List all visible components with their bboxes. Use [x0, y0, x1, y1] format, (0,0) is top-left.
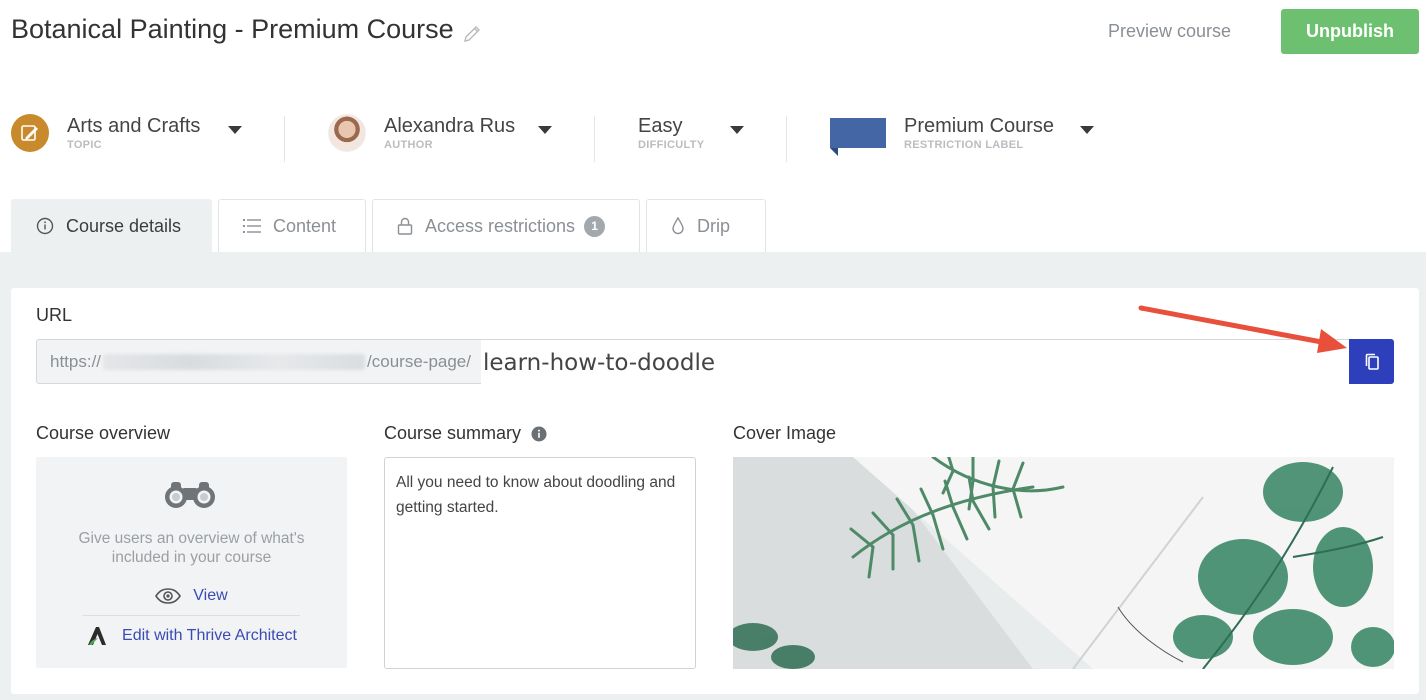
count-badge: 1 — [584, 215, 606, 237]
url-path: /course-page/ — [367, 351, 471, 371]
course-title-text: Botanical Painting - Premium Course — [11, 14, 454, 44]
topic-value: Arts and Crafts — [67, 115, 201, 137]
author-value: Alexandra Rus — [384, 115, 516, 137]
avatar — [328, 114, 366, 152]
divider — [284, 116, 285, 162]
page-header: Botanical Painting - Premium Course Prev… — [0, 0, 1426, 64]
tab-label: Course details — [66, 215, 182, 236]
chevron-down-icon[interactable] — [1080, 126, 1094, 134]
tab-content[interactable]: Content — [218, 199, 366, 252]
unpublish-button[interactable]: Unpublish — [1281, 9, 1419, 54]
tab-label: Drip — [697, 215, 731, 236]
url-label: URL — [36, 305, 73, 325]
cover-image-label: Cover Image — [733, 423, 837, 443]
pencil-icon[interactable] — [462, 20, 482, 42]
course-overview-panel: Give users an overview of what's include… — [36, 457, 347, 668]
list-icon — [243, 218, 261, 234]
chevron-down-icon[interactable] — [730, 126, 744, 134]
chevron-down-icon[interactable] — [538, 126, 552, 134]
cover-image[interactable] — [733, 457, 1394, 669]
tab-drip[interactable]: Drip — [646, 199, 766, 252]
restriction-label-selector[interactable]: Premium Course RESTRICTION LABEL — [830, 108, 1054, 158]
author-selector[interactable]: Alexandra Rus AUTHOR — [328, 108, 515, 158]
topic-label: TOPIC — [67, 139, 102, 151]
view-overview-link[interactable]: View — [36, 587, 347, 605]
course-summary-label: Course summary — [384, 423, 547, 444]
overview-description: Give users an overview of what's include… — [78, 530, 305, 566]
cover-image-artwork — [733, 457, 1394, 669]
binoculars-icon — [165, 482, 215, 508]
paintbrush-icon — [11, 114, 49, 152]
restriction-value: Premium Course — [904, 115, 1055, 137]
difficulty-label: DIFFICULTY — [638, 139, 705, 151]
divider — [83, 615, 300, 616]
topic-selector[interactable]: Arts and Crafts TOPIC — [11, 108, 200, 158]
info-icon — [36, 217, 54, 235]
copy-icon — [1365, 353, 1379, 370]
preview-course-link[interactable]: Preview course — [1108, 21, 1231, 42]
difficulty-selector[interactable]: Easy DIFFICULTY — [620, 108, 704, 158]
info-icon[interactable] — [531, 426, 547, 442]
url-prefix: https:// — [50, 351, 102, 371]
course-meta-row: Arts and Crafts TOPIC Alexandra Rus AUTH… — [0, 108, 1426, 168]
drop-icon — [671, 217, 685, 235]
thrive-architect-logo-icon — [88, 627, 107, 645]
copy-url-button[interactable] — [1349, 339, 1394, 384]
edit-with-thrive-architect-link[interactable]: Edit with Thrive Architect — [36, 626, 347, 646]
chevron-down-icon[interactable] — [228, 126, 242, 134]
blurred-domain — [103, 353, 366, 370]
course-overview-label: Course overview — [36, 423, 171, 443]
divider — [786, 116, 787, 162]
tab-course-details[interactable]: Course details — [11, 199, 212, 252]
tab-label: Access restrictions — [425, 215, 576, 236]
tab-label: Content — [273, 215, 337, 236]
restriction-label: RESTRICTION LABEL — [904, 139, 1024, 151]
lock-icon — [397, 217, 413, 235]
divider — [594, 116, 595, 162]
tab-bar: Course details Content Access restrictio… — [0, 199, 1426, 252]
page-title: Botanical Painting - Premium Course — [11, 14, 482, 45]
tab-access-restrictions[interactable]: Access restrictions 1 — [372, 199, 640, 252]
annotation-arrow-icon — [1138, 305, 1347, 353]
difficulty-value: Easy — [638, 115, 683, 137]
course-summary-textarea[interactable]: All you need to know about doodling and … — [384, 457, 696, 669]
label-flag-icon — [830, 118, 886, 156]
eye-icon — [155, 588, 182, 604]
author-label: AUTHOR — [384, 139, 433, 151]
